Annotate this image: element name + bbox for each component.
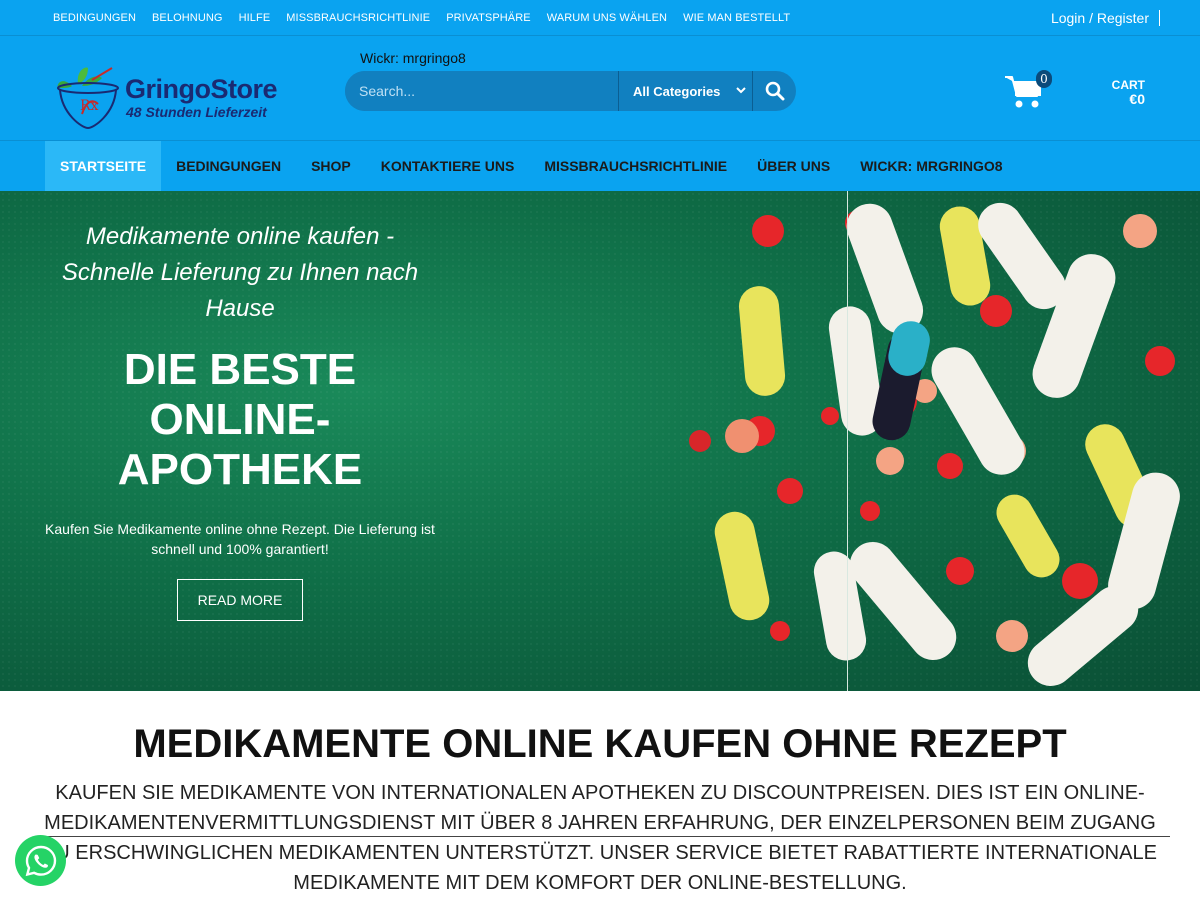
category-select[interactable]: All Categories [618, 71, 753, 111]
logo-icon [57, 67, 119, 130]
top-link-hilfe[interactable]: HILFE [239, 12, 271, 24]
top-link-bedingungen[interactable]: BEDINGUNGEN [53, 12, 136, 24]
hero-title: DIE BESTE ONLINE-APOTHEKE [117, 345, 363, 494]
site-logo[interactable]: GringoStore 48 Stunden Lieferzeit Rx [52, 64, 287, 130]
nav-item-ueber-uns[interactable]: ÜBER UNS [742, 141, 845, 191]
cart-total[interactable]: €0 [1129, 91, 1145, 107]
logo-rx: Rx [80, 98, 99, 114]
logo-tagline: 48 Stunden Lieferzeit [126, 104, 267, 120]
top-link-wie-man-bestellt[interactable]: WIE MAN BESTELLT [683, 12, 790, 24]
login-register-link[interactable]: Login / Register [1051, 10, 1149, 26]
top-bar: BEDINGUNGEN BELOHNUNG HILFE MISSBRAUCHSR… [0, 0, 1200, 36]
nav-item-kontaktiere-uns[interactable]: KONTAKTIERE UNS [366, 141, 530, 191]
top-links: BEDINGUNGEN BELOHNUNG HILFE MISSBRAUCHSR… [53, 12, 790, 24]
search-input[interactable] [345, 71, 618, 111]
nav-item-bedingungen[interactable]: BEDINGUNGEN [161, 141, 296, 191]
wickr-contact: Wickr: mrgringo8 [360, 50, 466, 66]
top-link-warum-uns-waehlen[interactable]: WARUM UNS WÄHLEN [547, 12, 667, 24]
hero-divider [847, 191, 848, 691]
search-icon [765, 81, 784, 101]
read-more-button[interactable]: READ MORE [177, 579, 303, 621]
whatsapp-icon [25, 845, 56, 876]
cart-label[interactable]: CART [1112, 78, 1145, 92]
search-button[interactable] [753, 71, 796, 111]
login-separator [1159, 10, 1160, 26]
whatsapp-button[interactable] [15, 835, 66, 886]
top-link-missbrauchsrichtlinie[interactable]: MISSBRAUCHSRICHTLINIE [286, 12, 430, 24]
search-bar: All Categories [345, 71, 796, 111]
top-link-privatsphaere[interactable]: PRIVATSPHÄRE [446, 12, 531, 24]
cart-count-badge: 0 [1036, 70, 1052, 88]
header: GringoStore 48 Stunden Lieferzeit Rx Wic… [0, 36, 1200, 140]
top-link-belohnung[interactable]: BELOHNUNG [152, 12, 223, 24]
nav-item-missbrauchsrichtlinie[interactable]: MISSBRAUCHSRICHTLINIE [529, 141, 742, 191]
main-nav: STARTSEITE BEDINGUNGEN SHOP KONTAKTIERE … [0, 140, 1200, 191]
hero-description: Kaufen Sie Medikamente online ohne Rezep… [45, 521, 435, 557]
nav-item-wickr[interactable]: WICKR: MRGRINGO8 [845, 141, 1017, 191]
category-select-value: All Categories [633, 83, 721, 99]
logo-name: GringoStore [125, 74, 278, 104]
nav-item-shop[interactable]: SHOP [296, 141, 366, 191]
section-text: KAUFEN SIE MEDIKAMENTE VON INTERNATIONAL… [43, 782, 1157, 894]
section-title: MEDIKAMENTE ONLINE KAUFEN OHNE REZEPT [133, 722, 1067, 766]
hero-subtitle: Medikamente online kaufen - Schnelle Lie… [61, 223, 419, 322]
hero-banner: Medikamente online kaufen - Schnelle Lie… [0, 191, 1200, 691]
nav-item-startseite[interactable]: STARTSEITE [45, 141, 162, 191]
chevron-down-icon [736, 87, 746, 94]
